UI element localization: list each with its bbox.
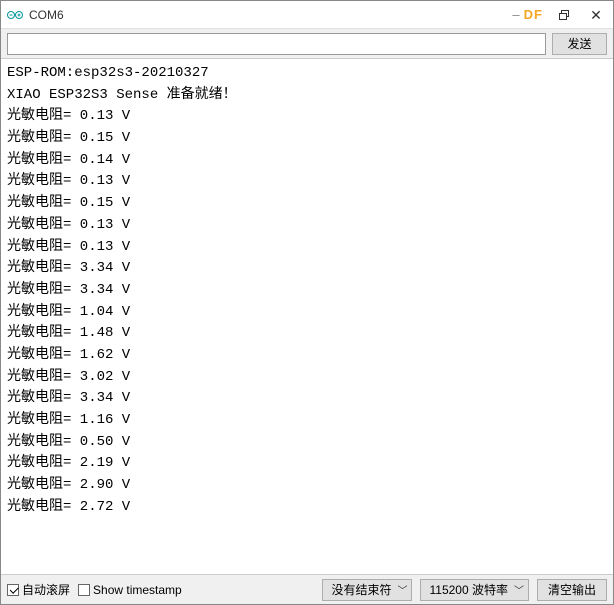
console-line: XIAO ESP32S3 Sense 准备就绪！ bbox=[7, 85, 607, 107]
console-line: 光敏电阻= 1.04 V bbox=[7, 302, 607, 324]
checkbox-icon bbox=[7, 584, 19, 596]
console-line: 光敏电阻= 1.62 V bbox=[7, 345, 607, 367]
restore-button[interactable] bbox=[549, 4, 579, 26]
line-ending-select[interactable]: 没有结束符 ﹀ bbox=[322, 579, 412, 601]
titlebar: COM6 – DF ✕ bbox=[1, 1, 613, 29]
autoscroll-label: 自动滚屏 bbox=[22, 581, 70, 598]
close-button[interactable]: ✕ bbox=[581, 4, 611, 26]
console-line: 光敏电阻= 3.02 V bbox=[7, 367, 607, 389]
console-line: ESP-ROM:esp32s3-20210327 bbox=[7, 63, 607, 85]
statusbar: 自动滚屏 Show timestamp 没有结束符 ﹀ 115200 波特率 ﹀… bbox=[1, 574, 613, 604]
console-line: 光敏电阻= 0.13 V bbox=[7, 106, 607, 128]
baud-rate-value: 115200 波特率 bbox=[429, 581, 508, 598]
line-ending-value: 没有结束符 bbox=[331, 581, 391, 598]
console-line: 光敏电阻= 0.13 V bbox=[7, 171, 607, 193]
send-button[interactable]: 发送 bbox=[552, 33, 607, 55]
close-icon: ✕ bbox=[590, 8, 602, 22]
timestamp-label: Show timestamp bbox=[93, 583, 182, 597]
autoscroll-checkbox[interactable]: 自动滚屏 bbox=[7, 581, 70, 598]
timestamp-checkbox[interactable]: Show timestamp bbox=[78, 583, 182, 597]
serial-send-input[interactable] bbox=[7, 33, 546, 55]
clear-output-button[interactable]: 清空输出 bbox=[537, 579, 607, 601]
console-line: 光敏电阻= 0.15 V bbox=[7, 128, 607, 150]
checkbox-icon bbox=[78, 584, 90, 596]
console-line: 光敏电阻= 1.16 V bbox=[7, 410, 607, 432]
console-line: 光敏电阻= 2.90 V bbox=[7, 475, 607, 497]
serial-console[interactable]: ESP-ROM:esp32s3-20210327XIAO ESP32S3 Sen… bbox=[1, 59, 613, 574]
chevron-down-icon: ﹀ bbox=[397, 582, 407, 597]
badge-prefix: – bbox=[512, 7, 519, 22]
console-line: 光敏电阻= 0.15 V bbox=[7, 193, 607, 215]
console-line: 光敏电阻= 2.19 V bbox=[7, 453, 607, 475]
console-line: 光敏电阻= 0.14 V bbox=[7, 150, 607, 172]
baud-rate-select[interactable]: 115200 波特率 ﹀ bbox=[420, 579, 529, 601]
chevron-down-icon: ﹀ bbox=[514, 582, 524, 597]
restore-icon bbox=[559, 10, 569, 20]
console-line: 光敏电阻= 2.72 V bbox=[7, 497, 607, 519]
title-right-group: – DF ✕ bbox=[512, 4, 611, 26]
console-line: 光敏电阻= 3.34 V bbox=[7, 280, 607, 302]
df-badge: DF bbox=[524, 7, 543, 22]
console-line: 光敏电阻= 1.48 V bbox=[7, 323, 607, 345]
console-line: 光敏电阻= 0.13 V bbox=[7, 237, 607, 259]
console-line: 光敏电阻= 3.34 V bbox=[7, 258, 607, 280]
arduino-icon bbox=[7, 7, 23, 23]
send-toolbar: 发送 bbox=[1, 29, 613, 59]
console-line: 光敏电阻= 0.13 V bbox=[7, 215, 607, 237]
console-line: 光敏电阻= 0.50 V bbox=[7, 432, 607, 454]
console-line: 光敏电阻= 3.34 V bbox=[7, 388, 607, 410]
window-title: COM6 bbox=[29, 8, 512, 22]
